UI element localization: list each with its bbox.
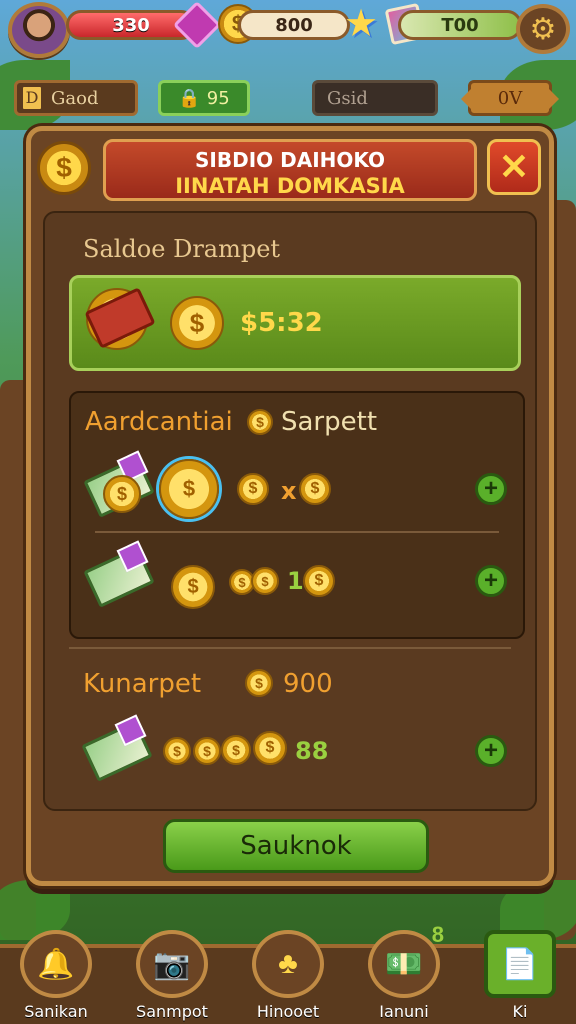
- panel-title: SIBDIO DAIHOKO: [195, 148, 385, 172]
- nav-ianuni[interactable]: 💵 8 Ianuni: [360, 922, 448, 1024]
- health-value: 330: [112, 14, 150, 36]
- nav-label: Sanmpot: [136, 1002, 208, 1021]
- gaod-tab[interactable]: D Gaod: [14, 80, 138, 116]
- section1-subtitle: Sarpett: [281, 407, 378, 437]
- nav-label: Ianuni: [379, 1002, 429, 1021]
- coin-icon: $: [253, 731, 287, 765]
- energy-counter[interactable]: 🔒 95: [158, 80, 250, 116]
- money-stack-icon: 💵: [368, 930, 440, 998]
- star-icon: ★: [343, 3, 379, 45]
- coin-icon: $: [247, 409, 273, 435]
- row3-quantity: 88: [295, 737, 329, 765]
- section2-value: 900: [283, 669, 333, 699]
- shop-panel: $ SIBDIO DAIHOKO IINATAH DOMKASIA ✕ Sald…: [26, 126, 554, 886]
- balance-row: $ $ $5:32: [69, 275, 521, 371]
- coin-icon: $: [193, 737, 221, 765]
- panel-header: SIBDIO DAIHOKO IINATAH DOMKASIA: [103, 139, 477, 201]
- coin-icon: $: [103, 475, 141, 513]
- close-button[interactable]: ✕: [487, 139, 541, 195]
- section1-title: Aardcantiai: [85, 407, 233, 437]
- nav-sanikan[interactable]: 🔔 Sanikan: [12, 930, 100, 1024]
- camera-icon: 📷: [136, 930, 208, 998]
- player-avatar[interactable]: [8, 2, 70, 58]
- top-status-bar: 330 $ 800 ★ T00 ⚙: [0, 0, 576, 60]
- coins-value: 800: [275, 14, 313, 36]
- row-divider: [95, 531, 499, 533]
- ov-label: 0V: [497, 87, 523, 109]
- nav-hinooet[interactable]: ♣ Hinooet: [244, 930, 332, 1024]
- gems-bar: T00: [398, 10, 522, 40]
- add-row1-button[interactable]: +: [475, 473, 507, 505]
- add-row2-button[interactable]: +: [475, 565, 507, 597]
- section2-title: Kunarpet: [83, 669, 202, 699]
- nav-label: Sanikan: [24, 1002, 88, 1021]
- header-coin-icon: $: [37, 141, 91, 195]
- confirm-label: Sauknok: [240, 831, 352, 861]
- gem-icon: [172, 0, 222, 50]
- clover-icon: ♣: [252, 930, 324, 998]
- nav-badge: 8: [431, 922, 444, 947]
- balance-value: $5:32: [240, 308, 323, 338]
- row2-quantity: 1: [287, 567, 304, 595]
- selected-coin-icon[interactable]: $: [159, 459, 219, 519]
- coin-icon: $: [303, 565, 335, 597]
- gsid-label: Gsid: [327, 87, 368, 109]
- cash-icon: [81, 720, 153, 782]
- nav-sanmpot[interactable]: 📷 Sanmpot: [128, 930, 216, 1024]
- nav-ki[interactable]: 📄 Ki: [476, 930, 564, 1024]
- tab-badge-icon: D: [21, 85, 43, 111]
- ov-ribbon-button[interactable]: 0V: [461, 80, 559, 116]
- coins-bar: 800: [238, 10, 350, 40]
- nav-label: Ki: [512, 1002, 528, 1021]
- coin-icon: $: [251, 567, 279, 595]
- cash-icon: [83, 546, 155, 608]
- offers-box: Aardcantiai $ Sarpett $ $ $ x $ + $ $ $ …: [69, 391, 525, 639]
- settings-gear-button[interactable]: ⚙: [516, 4, 570, 54]
- coin-icon: $: [299, 473, 331, 505]
- balance-label: Saldoe Drampet: [83, 235, 281, 263]
- row1-quantity: x: [281, 477, 297, 505]
- section-divider: [69, 647, 511, 649]
- energy-value: 95: [206, 87, 230, 109]
- coin-icon: $: [237, 473, 269, 505]
- gaod-label: Gaod: [51, 87, 99, 109]
- confirm-button[interactable]: Sauknok: [163, 819, 429, 873]
- coin-icon: $: [170, 296, 224, 350]
- coin-icon: $: [171, 565, 215, 609]
- nav-label: Hinooet: [256, 1002, 320, 1021]
- gems-value: T00: [441, 14, 479, 36]
- gsid-field[interactable]: Gsid: [312, 80, 438, 116]
- bell-icon: 🔔: [20, 930, 92, 998]
- panel-content: Saldoe Drampet $ $ $5:32 Aardcantiai $ S…: [43, 211, 537, 811]
- add-row3-button[interactable]: +: [475, 735, 507, 767]
- panel-subtitle: IINATAH DOMKASIA: [175, 174, 405, 198]
- bottom-navigation: 🔔 Sanikan 📷 Sanmpot ♣ Hinooet 💵 8 Ianuni…: [0, 922, 576, 1024]
- lock-icon: 🔒: [178, 87, 201, 109]
- document-stack-icon: 📄: [484, 930, 556, 998]
- coin-icon: $: [245, 669, 273, 697]
- coin-icon: $: [221, 735, 251, 765]
- coin-icon: $: [163, 737, 191, 765]
